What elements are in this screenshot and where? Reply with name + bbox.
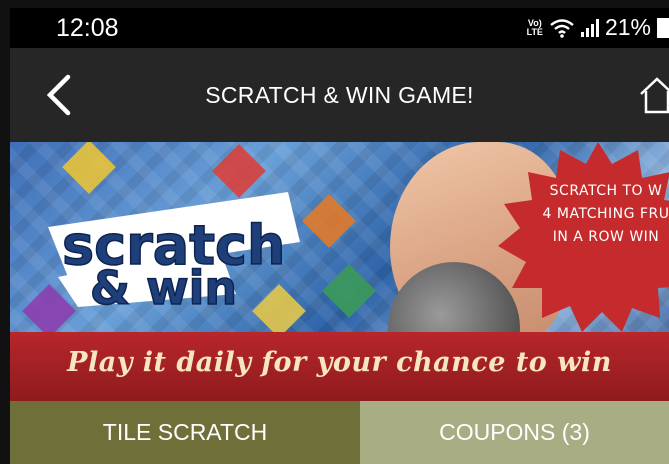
status-icons: Vo) LTE 21% xyxy=(527,14,669,41)
wifi-icon xyxy=(550,18,574,38)
app-bar: SCRATCH & WIN GAME! xyxy=(10,48,669,142)
gem-decoration xyxy=(322,264,376,318)
battery-icon xyxy=(657,17,669,38)
home-icon[interactable] xyxy=(639,76,669,114)
gem-decoration xyxy=(302,194,356,248)
ribbon-text: Play it daily for your chance to win xyxy=(67,347,612,378)
scratch-win-logo: scratch & win xyxy=(48,192,300,312)
battery-percent: 21% xyxy=(604,14,651,40)
promo-banner: scratch & win SCRATCH TO W 4 MATCHING FR… xyxy=(10,142,669,401)
burst-line: SCRATCH TO W xyxy=(549,183,663,199)
volte-icon: Vo) LTE xyxy=(526,18,543,37)
tab-bar: TILE SCRATCH COUPONS (3) xyxy=(10,401,669,464)
status-time: 12:08 xyxy=(56,14,119,42)
volte-label-bottom: LTE xyxy=(526,26,543,37)
tab-coupons[interactable]: COUPONS (3) xyxy=(360,401,669,464)
tab-tile-scratch[interactable]: TILE SCRATCH xyxy=(10,401,360,464)
starburst-text: SCRATCH TO W 4 MATCHING FRU IN A ROW WIN xyxy=(526,180,669,249)
burst-line: 4 MATCHING FRU xyxy=(542,206,669,222)
burst-line: IN A ROW WIN xyxy=(552,229,660,245)
signal-icon xyxy=(580,18,599,37)
status-bar: 12:08 Vo) LTE 21% xyxy=(10,8,669,48)
logo-line-win: & win xyxy=(90,261,237,312)
page-title: SCRATCH & WIN GAME! xyxy=(205,82,474,108)
